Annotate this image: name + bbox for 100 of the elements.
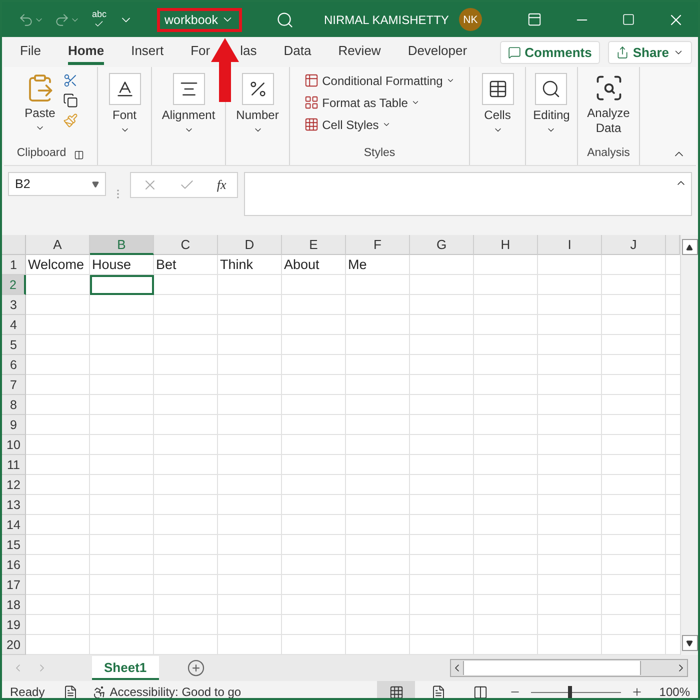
- ribbon-tab[interactable]: Review: [338, 39, 381, 65]
- vertical-scrollbar[interactable]: [680, 235, 698, 655]
- column-header[interactable]: A: [26, 235, 90, 255]
- table-cell-text: Think: [219, 256, 254, 274]
- horizontal-scrollbar[interactable]: [450, 659, 688, 677]
- row-header[interactable]: 17: [2, 575, 26, 595]
- table-cell-text: House: [91, 256, 132, 274]
- paste-button[interactable]: Paste: [22, 71, 58, 135]
- page-icon: [430, 684, 446, 698]
- row-header[interactable]: 9: [2, 415, 26, 435]
- row-header[interactable]: 6: [2, 355, 26, 375]
- ribbon-tab[interactable]: File: [20, 39, 41, 65]
- ribbon-button[interactable]: Alignment: [160, 71, 218, 137]
- group-label: Styles: [364, 147, 396, 161]
- ribbon-tab[interactable]: Developer: [408, 39, 468, 65]
- row-header[interactable]: 14: [2, 515, 26, 535]
- scissors-icon: [63, 73, 78, 88]
- ribbon-tab[interactable]: Data: [284, 39, 312, 65]
- row-header[interactable]: 20: [2, 635, 26, 655]
- table-cell-text: Welcome: [27, 256, 86, 274]
- table-cell-text: Bet: [155, 256, 178, 274]
- style-menu-button[interactable]: Format as Table: [304, 93, 455, 112]
- table-icon: [488, 79, 508, 99]
- user-name: NIRMAL KAMISHETTY: [324, 12, 449, 26]
- ribbon-display-icon[interactable]: [527, 12, 542, 27]
- ribbon-button[interactable]: Number: [234, 71, 281, 137]
- caret-icon: [382, 120, 391, 129]
- undo-icon: [18, 12, 34, 28]
- sheet-tab[interactable]: Sheet1: [92, 656, 159, 680]
- column-header[interactable]: F: [346, 235, 410, 255]
- style-menu-button[interactable]: Cell Styles: [304, 115, 455, 134]
- share-button[interactable]: Share: [608, 40, 692, 64]
- table-style-icon: [304, 95, 320, 110]
- column-header[interactable]: H: [474, 235, 538, 255]
- name-box[interactable]: B2: [8, 172, 106, 196]
- font-color-icon: [114, 79, 134, 99]
- grid-icon: [388, 684, 404, 698]
- row-header[interactable]: 4: [2, 315, 26, 335]
- accessibility-icon: [92, 684, 107, 698]
- caret-icon: [410, 98, 420, 107]
- zoom-level: 100%: [659, 685, 690, 698]
- ribbon-button[interactable]: Font: [106, 71, 142, 137]
- style-menu-button[interactable]: Conditional Formatting: [304, 71, 455, 90]
- insert-function-button[interactable]: fx: [216, 177, 226, 193]
- column-header[interactable]: I: [538, 235, 602, 255]
- column-header[interactable]: C: [154, 235, 218, 255]
- column-header[interactable]: G: [410, 235, 474, 255]
- column-header[interactable]: J: [602, 235, 666, 255]
- search-icon: [541, 79, 562, 99]
- selected-cell[interactable]: [90, 275, 154, 295]
- columns-icon: [472, 684, 488, 698]
- percent-icon: [248, 79, 268, 99]
- analyze-data-button[interactable]: Analyze Data: [582, 71, 636, 138]
- row-header[interactable]: 13: [2, 495, 26, 515]
- group-label: Clipboard: [16, 147, 66, 161]
- ribbon-tab[interactable]: For las: [190, 39, 257, 65]
- row-header[interactable]: 8: [2, 395, 26, 415]
- caret-icon: [446, 76, 455, 85]
- table-style-icon: [304, 73, 320, 88]
- user-avatar[interactable]: NK: [458, 8, 482, 31]
- formula-input[interactable]: [244, 172, 692, 216]
- row-header[interactable]: 5: [2, 335, 26, 355]
- column-header[interactable]: D: [218, 235, 282, 255]
- group-label: Analysis: [587, 147, 630, 161]
- maximize-icon[interactable]: [622, 13, 635, 26]
- row-header[interactable]: 1: [2, 255, 26, 275]
- row-header[interactable]: 18: [2, 595, 26, 615]
- row-header[interactable]: 2: [2, 275, 26, 295]
- row-header[interactable]: 3: [2, 295, 26, 315]
- row-header[interactable]: 11: [2, 455, 26, 475]
- ribbon-button[interactable]: Editing: [531, 71, 572, 137]
- redo-icon: [54, 12, 70, 28]
- zoom-thumb[interactable]: [568, 686, 572, 698]
- check-icon: [94, 19, 104, 29]
- column-header[interactable]: B: [90, 235, 154, 255]
- column-header[interactable]: E: [282, 235, 346, 255]
- row-header[interactable]: 7: [2, 375, 26, 395]
- search-icon: [276, 10, 294, 28]
- row-header[interactable]: 15: [2, 535, 26, 555]
- copy-icon: [63, 93, 78, 108]
- spelling-button[interactable]: abc: [86, 10, 113, 29]
- paintbrush-icon: [63, 113, 78, 128]
- normal-view-button[interactable]: [377, 681, 416, 698]
- scroll-up-icon: [686, 244, 693, 250]
- table-cell-text: About: [283, 256, 320, 274]
- scroll-down-icon: [686, 640, 693, 646]
- zoom-in-icon: [631, 686, 644, 698]
- row-header[interactable]: 10: [2, 435, 26, 455]
- document-title-button[interactable]: workbook: [156, 8, 242, 32]
- ribbon-tab[interactable]: Insert: [131, 39, 164, 65]
- row-header[interactable]: 12: [2, 475, 26, 495]
- table-style-icon: [304, 117, 320, 132]
- add-sheet-icon: [186, 659, 205, 677]
- ribbon-button[interactable]: Cells: [480, 71, 516, 137]
- row-header[interactable]: 19: [2, 615, 26, 635]
- dialog-launcher-icon: [74, 150, 84, 160]
- row-header[interactable]: 16: [2, 555, 26, 575]
- comment-icon: [508, 46, 521, 58]
- table-cell-text: Me: [347, 256, 368, 274]
- comments-button[interactable]: Comments: [500, 40, 600, 64]
